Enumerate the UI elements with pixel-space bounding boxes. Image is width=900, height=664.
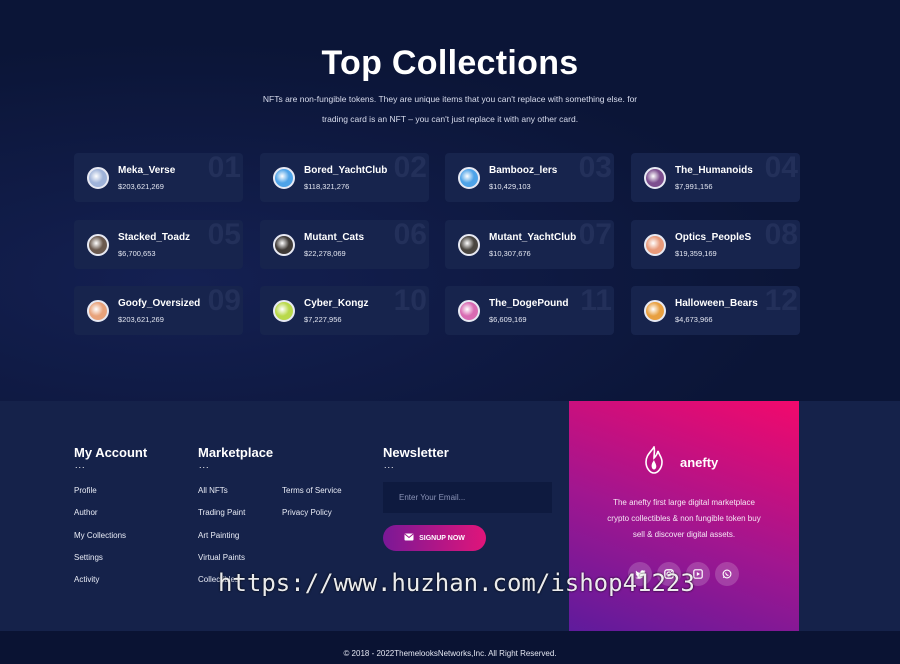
email-field[interactable] <box>383 482 552 513</box>
collection-name: Optics_PeopleS <box>675 232 752 243</box>
collection-rank: 01 <box>207 153 241 184</box>
collection-avatar <box>87 300 109 322</box>
brand-description: The anefty first large digital marketpla… <box>607 498 761 539</box>
link-author[interactable]: Author <box>74 508 98 517</box>
collection-card[interactable]: 03 Bambooz_lers $10,429,103 <box>445 153 614 202</box>
collection-avatar <box>644 234 666 256</box>
collection-card[interactable]: 10 Cyber_Kongz $7,227,956 <box>260 286 429 335</box>
collection-card[interactable]: 01 Meka_Verse $203,621,269 <box>74 153 243 202</box>
collection-avatar <box>273 167 295 189</box>
collection-value: $22,278,069 <box>304 249 346 258</box>
collection-name: Mutant_Cats <box>304 232 365 243</box>
whatsapp-icon[interactable] <box>715 562 739 586</box>
collection-value: $19,359,169 <box>675 249 717 258</box>
newsletter-heading: Newsletter <box>383 445 449 460</box>
collection-value: $7,227,956 <box>304 315 342 324</box>
collection-rank: 10 <box>393 286 427 317</box>
collection-value: $7,991,156 <box>675 182 713 191</box>
collection-card[interactable]: 05 Stacked_Toadz $6,700,653 <box>74 220 243 269</box>
collection-avatar <box>458 167 480 189</box>
collection-card[interactable]: 07 Mutant_YachtClub $10,307,676 <box>445 220 614 269</box>
collection-avatar <box>458 300 480 322</box>
collection-rank: 09 <box>207 286 241 317</box>
collection-name: Mutant_YachtClub <box>489 232 577 243</box>
collection-value: $4,673,966 <box>675 315 713 324</box>
collection-name: Bambooz_lers <box>489 165 558 176</box>
link-profile[interactable]: Profile <box>74 486 97 495</box>
page-subtitle: NFTs are non-fungible tokens. They are u… <box>262 94 638 124</box>
collection-rank: 03 <box>578 153 612 184</box>
collection-value: $118,321,276 <box>304 182 350 191</box>
heading-dots: ... <box>199 460 210 470</box>
watermark-text: https://www.huzhan.com/ishop41223 <box>218 569 695 597</box>
link-settings[interactable]: Settings <box>74 553 103 562</box>
signup-label: SIGNUP NOW <box>419 534 465 542</box>
collection-name: Bored_YachtClub <box>304 165 388 176</box>
link-virtual-paints[interactable]: Virtual Paints <box>198 553 245 562</box>
copyright-text: © 2018 - 2022ThemelooksNetworks,Inc. All… <box>343 649 557 658</box>
page-title: Top Collections <box>321 44 579 82</box>
collection-value: $203,621,269 <box>118 182 164 191</box>
collection-name: Meka_Verse <box>118 165 176 176</box>
brand-logo[interactable]: anefty <box>642 445 719 479</box>
collection-value: $10,307,676 <box>489 249 531 258</box>
collection-value: $10,429,103 <box>489 182 531 191</box>
collection-rank: 11 <box>580 286 612 317</box>
mail-icon <box>404 533 414 543</box>
collection-avatar <box>644 167 666 189</box>
collection-rank: 07 <box>578 220 612 251</box>
collection-value: $203,621,269 <box>118 315 164 324</box>
collection-value: $6,609,169 <box>489 315 527 324</box>
link-privacy-policy[interactable]: Privacy Policy <box>282 508 332 517</box>
collection-avatar <box>273 300 295 322</box>
link-art-painting[interactable]: Art Painting <box>198 531 239 540</box>
heading-dots: ... <box>75 460 86 470</box>
link-my-collections[interactable]: My Collections <box>74 531 126 540</box>
flame-logo-icon <box>642 445 666 479</box>
collection-avatar <box>87 167 109 189</box>
link-all-nfts[interactable]: All NFTs <box>198 486 228 495</box>
collection-card[interactable]: 11 The_DogePound $6,609,169 <box>445 286 614 335</box>
collection-name: The_Humanoids <box>675 165 753 176</box>
link-trading-paint[interactable]: Trading Paint <box>198 508 245 517</box>
bottom-bar <box>0 631 900 664</box>
collection-card[interactable]: 12 Halloween_Bears $4,673,966 <box>631 286 800 335</box>
collection-avatar <box>273 234 295 256</box>
collection-rank: 06 <box>393 220 427 251</box>
collection-avatar <box>644 300 666 322</box>
collection-card[interactable]: 08 Optics_PeopleS $19,359,169 <box>631 220 800 269</box>
collection-name: Stacked_Toadz <box>118 232 191 243</box>
heading-dots: ... <box>384 460 395 470</box>
collection-rank: 02 <box>393 153 427 184</box>
collection-name: Cyber_Kongz <box>304 298 369 309</box>
collection-avatar <box>87 234 109 256</box>
collections-grid: 01 Meka_Verse $203,621,269 02 Bored_YachtClu… <box>74 153 800 335</box>
marketplace-heading: Marketplace <box>198 445 274 460</box>
collection-avatar <box>458 234 480 256</box>
collection-rank: 12 <box>764 286 798 317</box>
my-account-heading: My Account <box>74 445 148 460</box>
collection-rank: 04 <box>764 153 798 184</box>
collection-name: Halloween_Bears <box>675 298 758 309</box>
collection-value: $6,700,653 <box>118 249 156 258</box>
collection-card[interactable]: 06 Mutant_Cats $22,278,069 <box>260 220 429 269</box>
collection-rank: 05 <box>207 220 241 251</box>
collection-card[interactable]: 04 The_Humanoids $7,991,156 <box>631 153 800 202</box>
collection-name: Goofy_Oversized <box>118 298 201 309</box>
link-terms-of-service[interactable]: Terms of Service <box>282 486 342 495</box>
collection-card[interactable]: 09 Goofy_Oversized $203,621,269 <box>74 286 243 335</box>
link-activity[interactable]: Activity <box>74 575 99 584</box>
brand-name: anefty <box>680 455 719 470</box>
collection-name: The_DogePound <box>489 298 569 309</box>
collection-card[interactable]: 02 Bored_YachtClub $118,321,276 <box>260 153 429 202</box>
collection-rank: 08 <box>764 220 798 251</box>
signup-button[interactable]: SIGNUP NOW <box>383 525 486 551</box>
